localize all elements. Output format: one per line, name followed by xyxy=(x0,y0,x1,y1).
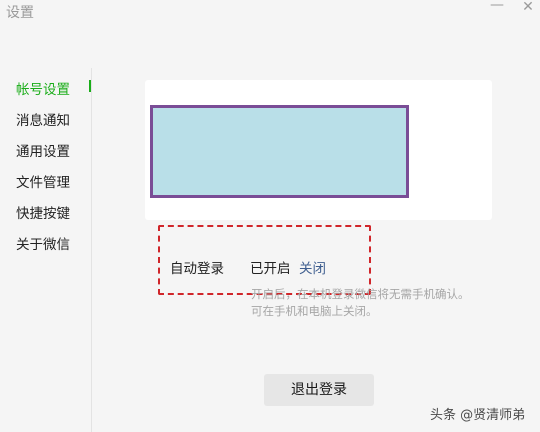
watermark: 头条 @贤清师弟 xyxy=(430,408,526,423)
auto-login-disable-link[interactable]: 关闭 xyxy=(299,257,326,277)
auto-login-label: 自动登录 xyxy=(170,261,224,277)
sidebar-item-account[interactable]: 帐号设置 xyxy=(16,78,70,98)
sidebar-item-shortcuts[interactable]: 快捷按键 xyxy=(16,202,70,222)
sidebar-item-about[interactable]: 关于微信 xyxy=(16,233,70,253)
auto-login-hint-line2: 可在手机和电脑上关闭。 xyxy=(251,304,378,318)
auto-login-status: 已开启 xyxy=(250,261,291,277)
sidebar-item-files[interactable]: 文件管理 xyxy=(16,171,70,191)
sidebar-item-general[interactable]: 通用设置 xyxy=(16,140,70,160)
settings-window: 设置 — ✕ 帐号设置 消息通知 通用设置 文件管理 快捷按键 关于微信 自动登… xyxy=(0,0,540,432)
logout-button[interactable]: 退出登录 xyxy=(264,374,374,406)
sidebar-active-indicator xyxy=(89,80,91,92)
account-info-redaction xyxy=(150,105,409,198)
window-title: 设置 xyxy=(6,5,34,21)
close-icon[interactable]: ✕ xyxy=(520,0,536,16)
auto-login-hint-line1: 开启后，在本机登录微信将无需手机确认。 xyxy=(251,287,470,301)
minimize-icon[interactable]: — xyxy=(489,0,505,14)
sidebar-item-notifications[interactable]: 消息通知 xyxy=(16,109,70,129)
